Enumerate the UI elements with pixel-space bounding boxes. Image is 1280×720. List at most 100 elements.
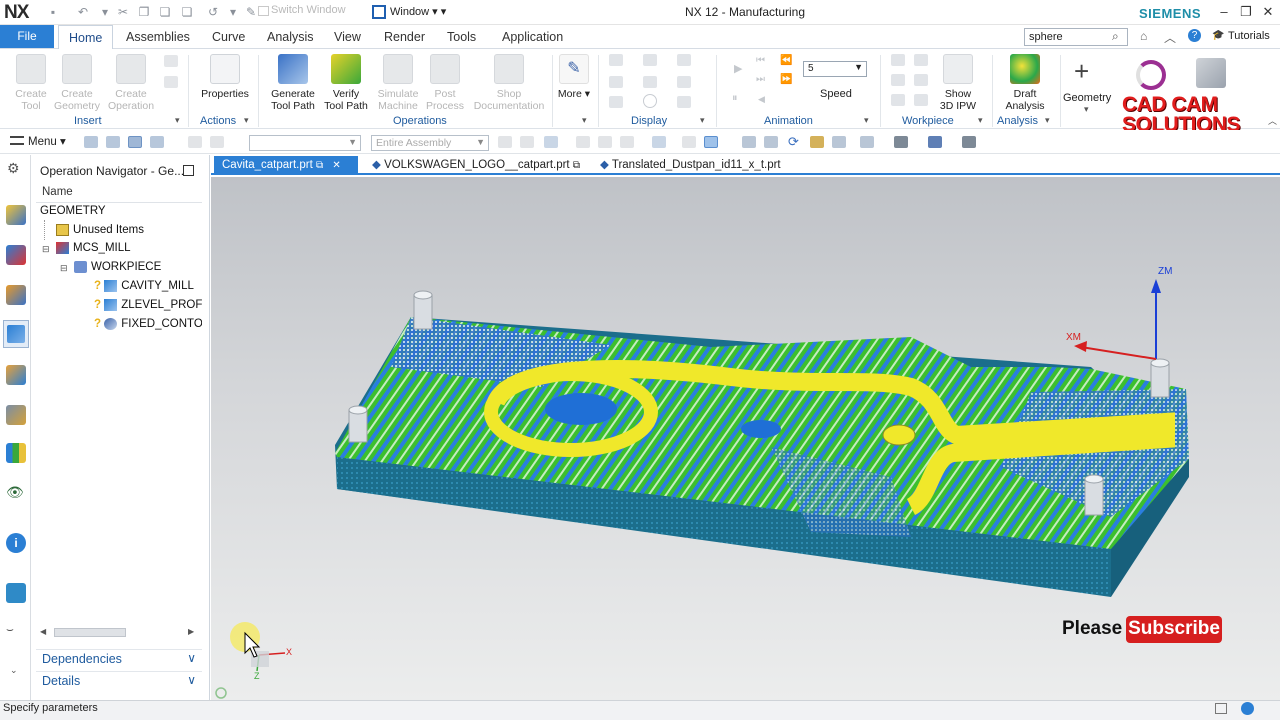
collapse-ribbon-icon[interactable]: ︿	[1164, 29, 1176, 46]
redo-icon[interactable]: ▾	[98, 5, 112, 19]
display-tool-icon[interactable]	[677, 76, 691, 88]
view-tool-icon[interactable]	[928, 136, 942, 148]
display-tool-icon[interactable]	[643, 76, 657, 88]
file-tab-cavita[interactable]: Cavita_catpart.prt ⧉ ✕	[214, 156, 358, 175]
close-button[interactable]: ✕	[1258, 4, 1278, 20]
paste-icon[interactable]: ❏	[158, 5, 172, 19]
insert-small-icon[interactable]	[164, 55, 178, 67]
selection-tool-icon[interactable]	[188, 136, 202, 148]
view-tool-icon[interactable]	[764, 136, 778, 148]
snap-tool-icon[interactable]	[704, 136, 718, 148]
type-filter-select[interactable]: ▼	[249, 135, 361, 151]
switch-window-button[interactable]: Switch Window	[271, 4, 346, 16]
pin-icon[interactable]: ⧉	[316, 160, 323, 171]
tab-file[interactable]: File	[0, 25, 54, 48]
tree-node-fixed-contour[interactable]: ? FIXED_CONTOU	[94, 315, 202, 333]
subscribe-button[interactable]: Subscribe	[1126, 616, 1222, 643]
view-tool-icon[interactable]	[894, 136, 908, 148]
details-panel-header[interactable]: Details ∨	[36, 671, 202, 691]
reuse-library-icon[interactable]	[6, 443, 26, 463]
maximize-panel-icon[interactable]	[183, 165, 194, 176]
workpiece-tool-icon[interactable]	[891, 54, 905, 66]
window-menu[interactable]: Window ▾ ▾	[390, 5, 446, 18]
close-tab-icon[interactable]: ✕	[332, 160, 340, 171]
save-icon[interactable]: ▪	[46, 5, 60, 19]
tree-node-geometry[interactable]: GEOMETRY	[40, 202, 106, 220]
constraint-navigator-icon[interactable]	[6, 285, 26, 305]
display-group-expand-icon[interactable]: ▾	[700, 115, 705, 126]
animation-group-expand-icon[interactable]: ▾	[864, 115, 869, 126]
forward-icon[interactable]: ⏩	[780, 74, 792, 85]
view-tool-icon[interactable]	[962, 136, 976, 148]
maximize-button[interactable]: ❐	[1236, 4, 1256, 20]
menu-button[interactable]: Menu ▾	[28, 134, 66, 148]
snap-tool-icon[interactable]	[652, 136, 666, 148]
selection-tool-icon[interactable]	[210, 136, 224, 148]
workpiece-tool-icon[interactable]	[891, 94, 905, 106]
selection-tool-icon[interactable]	[128, 136, 142, 148]
assembly-navigator-icon[interactable]	[6, 245, 26, 265]
roles-icon[interactable]: ⌣	[6, 622, 14, 637]
scrollbar-thumb[interactable]	[54, 628, 126, 637]
step-back-icon[interactable]: ⏮	[756, 55, 765, 66]
machining-feature-navigator-icon[interactable]	[6, 405, 26, 425]
workpiece-tool-icon[interactable]	[891, 74, 905, 86]
display-tool-icon[interactable]	[643, 54, 657, 66]
snap-tool-icon[interactable]	[620, 136, 634, 148]
eye-icon[interactable]: 👁	[6, 484, 24, 501]
info-icon[interactable]: i	[6, 533, 26, 553]
tab-home[interactable]: Home	[58, 25, 114, 49]
display-tool-icon[interactable]	[677, 54, 691, 66]
refresh-icon[interactable]	[1136, 60, 1166, 90]
collapse-icon[interactable]: ⊟	[60, 263, 68, 274]
scroll-down-icon[interactable]: ⌄	[10, 665, 18, 676]
tab-tools[interactable]: Tools	[437, 25, 486, 49]
snap-tool-icon[interactable]	[576, 136, 590, 148]
view-tool-icon[interactable]	[860, 136, 874, 148]
tree-node-mcs-mill[interactable]: MCS_MILL	[56, 239, 131, 257]
pause-icon[interactable]: ⏸	[732, 92, 738, 105]
cut-icon[interactable]: ✂	[116, 5, 130, 19]
touch-mode-icon[interactable]: ✎	[244, 5, 258, 19]
rewind-icon[interactable]: ⏪	[780, 55, 792, 66]
navigator-column-header[interactable]: Name	[36, 184, 202, 203]
shop-documentation-button[interactable]: Shop Documentation	[470, 54, 548, 112]
web-browser-icon[interactable]	[6, 583, 26, 603]
operations-group-expand-icon[interactable]: ▾	[582, 115, 587, 126]
snap-tool-icon[interactable]	[598, 136, 612, 148]
machine-icon[interactable]	[1196, 58, 1226, 88]
selection-tool-icon[interactable]	[84, 136, 98, 148]
workpiece-tool-icon[interactable]	[914, 74, 928, 86]
refresh-view-icon[interactable]: ⟳	[788, 134, 799, 150]
collapse-icon[interactable]: ⊟	[42, 244, 50, 255]
minimize-button[interactable]: –	[1214, 4, 1234, 20]
geometry-dropdown-icon[interactable]: ▾	[1084, 104, 1089, 115]
tab-assemblies[interactable]: Assemblies	[116, 25, 200, 49]
search-icon[interactable]: ⌕	[1112, 29, 1119, 44]
tutorials-link[interactable]: Tutorials	[1228, 30, 1270, 42]
snap-tool-icon[interactable]	[544, 136, 558, 148]
insert-small-icon[interactable]	[164, 76, 178, 88]
settings-gear-icon[interactable]: ⚙	[7, 160, 20, 177]
view-tool-icon[interactable]	[810, 136, 824, 148]
step-forward-icon[interactable]: ⏭	[756, 74, 765, 85]
show-3d-ipw-button[interactable]: Show 3D IPW	[927, 54, 989, 112]
snap-tool-icon[interactable]	[498, 136, 512, 148]
tree-node-cavity-mill[interactable]: ? CAVITY_MILL	[94, 277, 194, 295]
post-process-button[interactable]: Post Process	[414, 54, 476, 112]
tree-node-zlevel-profile[interactable]: ? ZLEVEL_PROFIL	[94, 296, 202, 314]
tab-application[interactable]: Application	[492, 25, 573, 49]
create-geometry-button[interactable]: Create Geometry	[46, 54, 108, 112]
selection-tool-icon[interactable]	[106, 136, 120, 148]
insert-group-expand-icon[interactable]: ▾	[175, 115, 180, 126]
help-icon[interactable]: ?	[1188, 29, 1201, 42]
pin-icon[interactable]: ⧉	[573, 160, 580, 171]
snap-tool-icon[interactable]	[682, 136, 696, 148]
more-button[interactable]: ✎ More ▾	[543, 54, 605, 100]
actions-group-expand-icon[interactable]: ▾	[244, 115, 249, 126]
tab-view[interactable]: View	[324, 25, 371, 49]
display-tool-icon[interactable]	[643, 94, 657, 108]
home-icon[interactable]: ⌂	[1140, 29, 1147, 43]
display-tool-icon[interactable]	[609, 54, 623, 66]
paste-special-icon[interactable]: ❏	[180, 5, 194, 19]
